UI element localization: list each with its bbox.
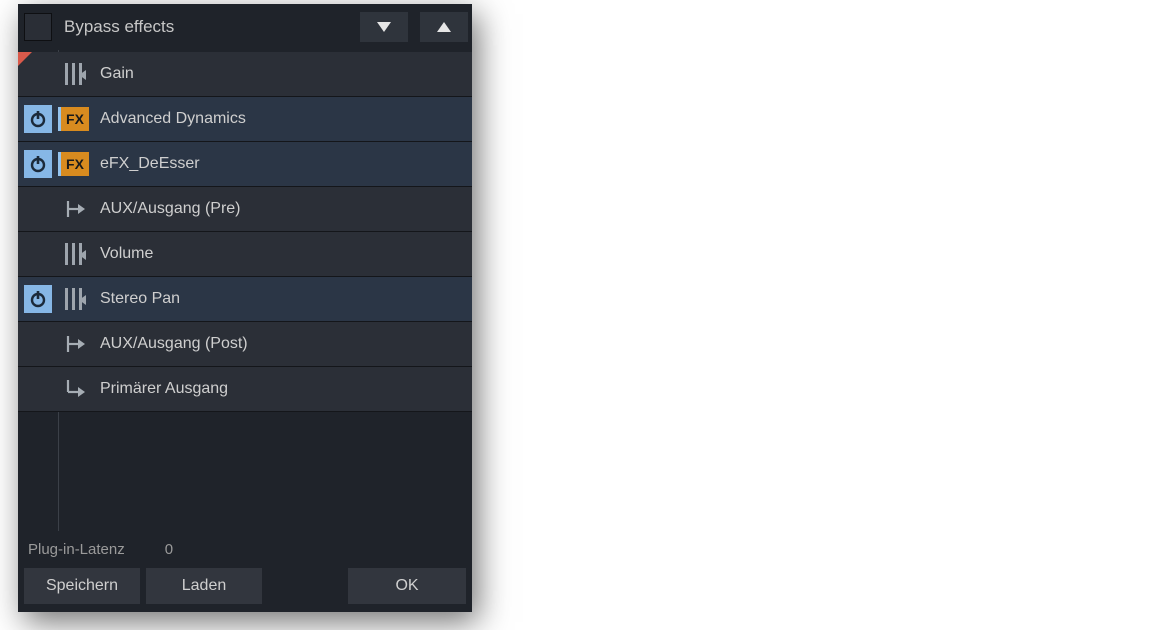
triangle-down-icon — [377, 22, 391, 32]
effect-label: Stereo Pan — [100, 290, 180, 308]
effect-row-aux-pre[interactable]: AUX/Ausgang (Pre) — [18, 187, 472, 232]
power-icon — [29, 155, 47, 173]
fx-badge-icon: FX — [58, 107, 89, 131]
power-icon — [29, 110, 47, 128]
save-button[interactable]: Speichern — [24, 568, 140, 604]
power-toggle[interactable] — [24, 105, 52, 133]
effect-row-aux-post[interactable]: AUX/Ausgang (Post) — [18, 322, 472, 367]
effect-label: AUX/Ausgang (Post) — [100, 335, 248, 353]
slider-icon — [62, 60, 86, 88]
triangle-up-icon — [437, 22, 451, 32]
panel-title: Bypass effects — [60, 17, 348, 37]
effect-label: AUX/Ausgang (Pre) — [100, 200, 241, 218]
panel-footer: Plug-in-Latenz 0 Speichern Laden OK — [18, 531, 472, 612]
panel-header: Bypass effects — [18, 4, 472, 50]
bypass-checkbox[interactable] — [24, 13, 52, 41]
latency-value: 0 — [165, 541, 173, 558]
move-up-button[interactable] — [420, 12, 468, 42]
record-marker-icon — [18, 52, 32, 66]
effect-label: Primärer Ausgang — [100, 380, 228, 398]
move-down-button[interactable] — [360, 12, 408, 42]
effect-row-primary-out[interactable]: Primärer Ausgang — [18, 367, 472, 412]
latency-readout: Plug-in-Latenz 0 — [24, 537, 466, 568]
effect-row-gain[interactable]: Gain — [18, 52, 472, 97]
ok-button[interactable]: OK — [348, 568, 466, 604]
latency-label: Plug-in-Latenz — [28, 541, 125, 558]
load-button[interactable]: Laden — [146, 568, 262, 604]
slider-icon — [62, 240, 86, 268]
effect-row-stereo-pan[interactable]: Stereo Pan — [18, 277, 472, 322]
aux-send-icon — [62, 195, 86, 223]
effects-panel: Bypass effects Gain FX Advanced Dynamics — [18, 4, 472, 612]
primary-output-icon — [62, 375, 86, 403]
power-toggle[interactable] — [24, 150, 52, 178]
aux-send-icon — [62, 330, 86, 358]
effect-label: Advanced Dynamics — [100, 110, 246, 128]
fx-badge-icon: FX — [58, 152, 89, 176]
power-icon — [29, 290, 47, 308]
effect-label: eFX_DeEsser — [100, 155, 200, 173]
effect-row-advanced-dynamics[interactable]: FX Advanced Dynamics — [18, 97, 472, 142]
effect-label: Volume — [100, 245, 153, 263]
effect-row-efx-deesser[interactable]: FX eFX_DeEsser — [18, 142, 472, 187]
power-toggle[interactable] — [24, 285, 52, 313]
effect-label: Gain — [100, 65, 134, 83]
effects-list: Gain FX Advanced Dynamics FX eFX_DeEsser… — [18, 50, 472, 531]
effect-row-volume[interactable]: Volume — [18, 232, 472, 277]
slider-icon — [62, 285, 86, 313]
